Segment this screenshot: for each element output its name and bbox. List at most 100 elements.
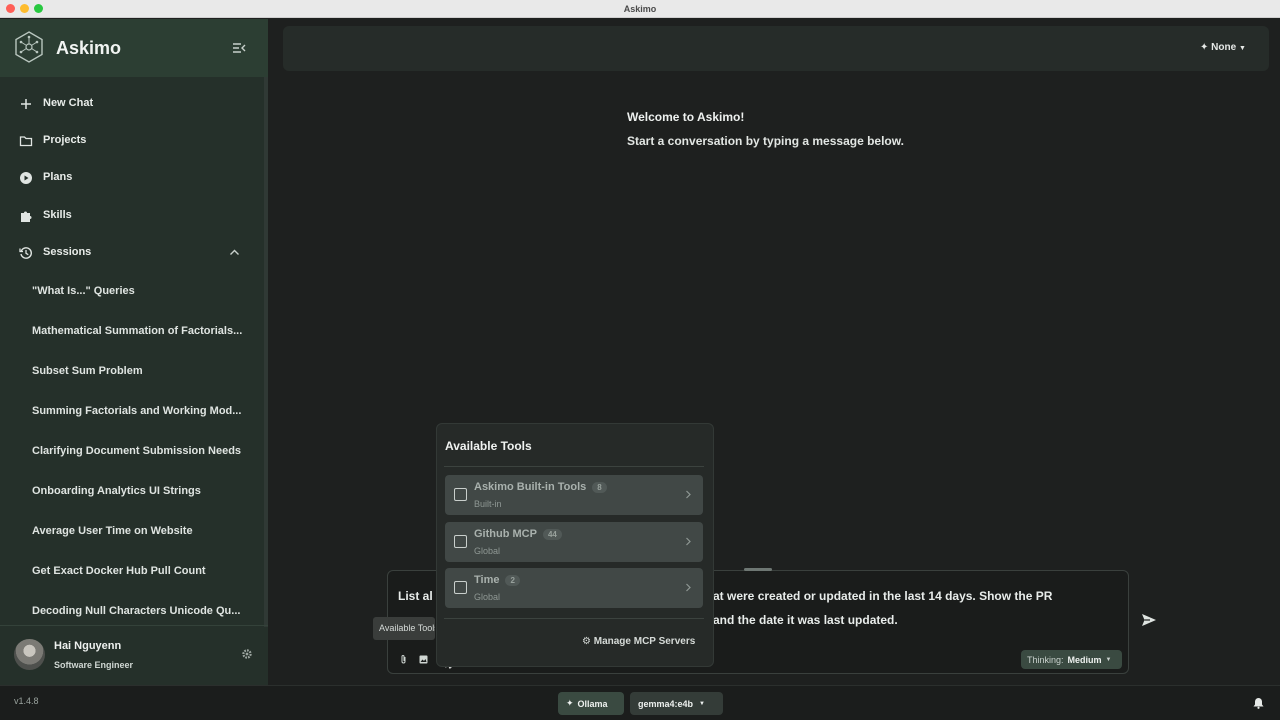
- tool-scope: Global: [474, 592, 501, 602]
- model-selector[interactable]: ✦ None ▼: [1200, 42, 1246, 53]
- chevron-down-icon: ▼: [699, 700, 705, 707]
- sidebar-item-label: New Chat: [43, 97, 94, 109]
- manage-mcp-servers-label: Manage MCP Servers: [593, 636, 696, 647]
- window-titlebar: Askimo: [0, 0, 1280, 18]
- paperclip-icon[interactable]: [399, 654, 408, 664]
- sidebar-item-label: Projects: [43, 134, 87, 146]
- session-title: Average User Time on Website: [32, 525, 193, 537]
- app-name: Askimo: [56, 38, 122, 58]
- popover-divider: [444, 466, 704, 467]
- chat-input-text: List al: [398, 589, 433, 603]
- thinking-value: Medium: [1067, 654, 1102, 665]
- sidebar-item-plans[interactable]: Plans: [0, 163, 260, 193]
- gear-icon[interactable]: [241, 648, 253, 660]
- status-bar: v1.4.8 ✦ Ollama gemma4:e4b ▼: [0, 685, 1280, 720]
- tool-name: Askimo Built-in Tools 8: [474, 481, 607, 493]
- plus-icon: [21, 99, 31, 109]
- tool-name-text: Github MCP: [474, 528, 537, 540]
- tool-row-github-mcp[interactable]: Github MCP 44 Global: [445, 522, 703, 562]
- tool-checkbox[interactable]: [454, 488, 467, 501]
- history-icon: [19, 247, 32, 259]
- tool-scope: Global: [474, 546, 501, 556]
- tool-count-badge: 2: [505, 575, 520, 586]
- user-name: Hai Nguyenn: [54, 640, 122, 652]
- sidebar: Askimo New Chat Projects Plans Skills Se…: [0, 19, 268, 685]
- sidebar-item-label: Sessions: [43, 246, 92, 258]
- chevron-down-icon: ▼: [1238, 45, 1246, 52]
- tool-checkbox[interactable]: [454, 581, 467, 594]
- session-title: Onboarding Analytics UI Strings: [32, 485, 201, 497]
- sparkle-icon: ✦: [566, 698, 574, 708]
- sidebar-item-label: Plans: [43, 171, 73, 183]
- bell-icon[interactable]: [1253, 697, 1264, 709]
- collapse-sidebar-icon[interactable]: [232, 42, 246, 54]
- tool-scope: Built-in: [474, 499, 502, 509]
- sidebar-item-new-chat[interactable]: New Chat: [0, 89, 260, 119]
- provider-selector[interactable]: ✦ Ollama: [558, 692, 624, 715]
- session-item[interactable]: Average User Time on Website: [0, 512, 260, 546]
- welcome-subtitle: Start a conversation by typing a message…: [627, 134, 904, 148]
- user-profile: Hai Nguyenn Software Engineer: [0, 626, 268, 686]
- avatar[interactable]: [14, 639, 45, 670]
- zoom-window-button[interactable]: [34, 4, 43, 13]
- model-label: gemma4:e4b: [638, 698, 694, 709]
- session-item[interactable]: Decoding Null Characters Unicode Qu...: [0, 592, 260, 624]
- sidebar-item-sessions[interactable]: Sessions: [0, 238, 260, 268]
- tool-name: Github MCP 44: [474, 528, 562, 540]
- session-item[interactable]: "What Is..." Queries: [0, 272, 260, 306]
- tool-name-text: Time: [474, 574, 500, 586]
- session-item[interactable]: Summing Factorials and Working Mod...: [0, 392, 260, 426]
- model-dropdown[interactable]: gemma4:e4b ▼: [630, 692, 723, 715]
- session-title: Clarifying Document Submission Needs: [32, 445, 242, 457]
- send-icon[interactable]: [1141, 613, 1157, 627]
- resize-handle[interactable]: [744, 568, 772, 571]
- session-title: Mathematical Summation of Factorials...: [32, 325, 243, 337]
- app-version: v1.4.8: [14, 696, 39, 706]
- popover-title: Available Tools: [445, 439, 532, 453]
- session-item[interactable]: Mathematical Summation of Factorials...: [0, 312, 260, 346]
- tool-name-text: Askimo Built-in Tools: [474, 481, 587, 493]
- chevron-right-icon: [686, 537, 691, 546]
- chevron-right-icon: [686, 490, 691, 499]
- tool-row-askimo-built-in[interactable]: Askimo Built-in Tools 8 Built-in: [445, 475, 703, 515]
- sidebar-item-label: Skills: [43, 209, 72, 221]
- thinking-level-selector[interactable]: Thinking: Medium ▼: [1021, 650, 1122, 669]
- sparkle-icon: ✦: [1200, 42, 1209, 53]
- welcome-title: Welcome to Askimo!: [627, 110, 745, 124]
- session-item[interactable]: Subset Sum Problem: [0, 352, 260, 386]
- session-title: Summing Factorials and Working Mod...: [32, 405, 242, 417]
- tool-count-badge: 8: [592, 482, 607, 493]
- manage-mcp-servers-button[interactable]: ⚙ Manage MCP Servers: [582, 636, 695, 647]
- window-controls: [6, 4, 43, 13]
- chat-input-text: at were created or updated in the last 1…: [713, 589, 1053, 603]
- puzzle-icon: [21, 211, 32, 222]
- user-role: Software Engineer: [54, 660, 134, 670]
- sidebar-item-projects[interactable]: Projects: [0, 126, 260, 156]
- session-title: Subset Sum Problem: [32, 365, 143, 377]
- chevron-down-icon: ▼: [1105, 656, 1112, 663]
- sessions-list: "What Is..." Queries Mathematical Summat…: [0, 272, 260, 624]
- session-title: Decoding Null Characters Unicode Qu...: [32, 605, 241, 617]
- askimo-logo-icon: [15, 31, 43, 63]
- session-item[interactable]: Onboarding Analytics UI Strings: [0, 472, 260, 506]
- close-window-button[interactable]: [6, 4, 15, 13]
- session-item[interactable]: Clarifying Document Submission Needs: [0, 432, 260, 466]
- folder-icon: [19, 136, 33, 147]
- session-title: "What Is..." Queries: [32, 285, 135, 297]
- chat-input-text: and the date it was last updated.: [713, 613, 898, 627]
- chevron-right-icon: [686, 583, 691, 592]
- session-title: Get Exact Docker Hub Pull Count: [32, 565, 206, 577]
- gear-icon: ⚙: [582, 636, 591, 647]
- tool-checkbox[interactable]: [454, 535, 467, 548]
- image-icon[interactable]: [419, 655, 428, 664]
- chevron-up-icon[interactable]: [229, 248, 240, 256]
- play-circle-icon: [20, 172, 32, 184]
- thinking-label: Thinking:: [1027, 654, 1064, 665]
- tool-row-time[interactable]: Time 2 Global: [445, 568, 703, 608]
- sidebar-item-skills[interactable]: Skills: [0, 201, 260, 231]
- minimize-window-button[interactable]: [20, 4, 29, 13]
- sidebar-scrollbar[interactable]: [264, 77, 268, 627]
- provider-label: Ollama: [577, 698, 608, 709]
- tool-name: Time 2: [474, 574, 520, 586]
- session-item[interactable]: Get Exact Docker Hub Pull Count: [0, 552, 260, 586]
